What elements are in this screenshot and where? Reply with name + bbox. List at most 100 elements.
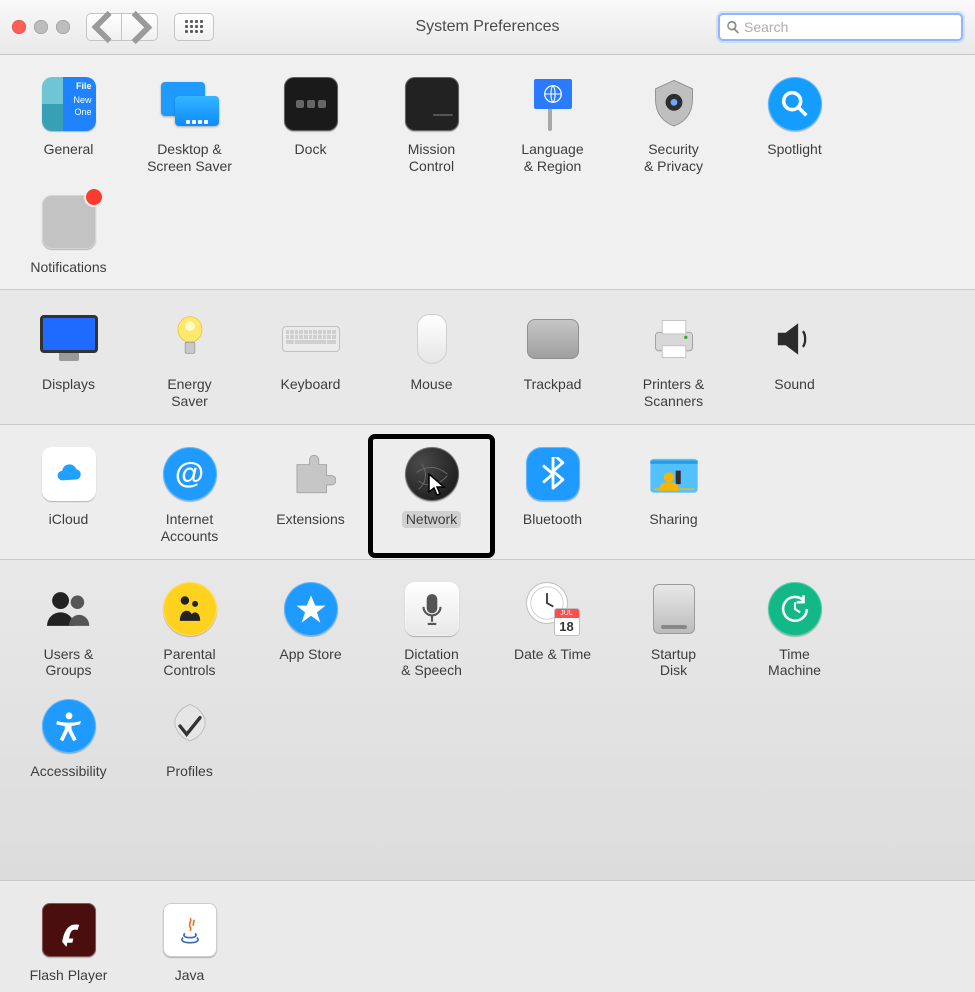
section-internet: iCloud @ Internet Accounts Extensions <box>0 425 975 560</box>
pref-label: Printers & Scanners <box>643 376 704 410</box>
pref-extensions[interactable]: Extensions <box>250 437 371 555</box>
pref-bluetooth[interactable]: Bluetooth <box>492 437 613 555</box>
pref-mission-control[interactable]: Mission Control <box>371 67 492 185</box>
section-personal: File New One General Desktop & Screen Sa… <box>0 55 975 290</box>
pref-notifications[interactable]: Notifications <box>8 185 129 286</box>
pref-label: Dock <box>295 141 327 158</box>
pref-java[interactable]: Java <box>129 893 250 992</box>
search-field-wrapper[interactable] <box>718 13 963 41</box>
pref-date-time[interactable]: JUL 18 Date & Time <box>492 572 613 690</box>
chevron-right-icon <box>122 10 157 45</box>
pref-label: Displays <box>42 376 95 393</box>
pref-language-region[interactable]: Language & Region <box>492 67 613 185</box>
extensions-icon <box>280 443 342 505</box>
pref-label: Parental Controls <box>163 646 215 680</box>
pref-time-machine[interactable]: Time Machine <box>734 572 855 690</box>
pref-flash-player[interactable]: Flash Player <box>8 893 129 992</box>
pref-icloud[interactable]: iCloud <box>8 437 129 555</box>
general-icon-file: File <box>76 81 92 91</box>
pref-label: Security & Privacy <box>644 141 703 175</box>
pref-spotlight[interactable]: Spotlight <box>734 67 855 185</box>
desktop-icon <box>161 82 219 126</box>
back-button[interactable] <box>86 13 122 41</box>
time-machine-icon <box>768 582 822 636</box>
pref-energy-saver[interactable]: Energy Saver <box>129 302 250 420</box>
bluetooth-icon <box>526 447 580 501</box>
pref-desktop-screen-saver[interactable]: Desktop & Screen Saver <box>129 67 250 185</box>
close-button[interactable] <box>12 20 26 34</box>
cursor-icon <box>427 473 449 502</box>
pref-label: Trackpad <box>524 376 582 393</box>
sharing-icon <box>643 443 705 505</box>
icloud-icon <box>42 447 96 501</box>
pref-dictation-speech[interactable]: Dictation & Speech <box>371 572 492 690</box>
spotlight-icon <box>768 77 822 131</box>
pref-label: Spotlight <box>767 141 821 158</box>
keyboard-icon <box>280 308 342 370</box>
search-input[interactable] <box>744 19 955 35</box>
section-system: Users & Groups Parental Controls App Sto… <box>0 560 975 881</box>
minimize-button[interactable] <box>34 20 48 34</box>
window-title: System Preferences <box>415 18 559 36</box>
general-icon-one: One <box>74 107 91 117</box>
pref-label: iCloud <box>49 511 89 528</box>
pref-label: Sharing <box>649 511 697 528</box>
pref-label: Date & Time <box>514 646 591 663</box>
pref-label: App Store <box>279 646 341 663</box>
calendar-day: 18 <box>555 618 579 636</box>
pref-startup-disk[interactable]: Startup Disk <box>613 572 734 690</box>
pref-sharing[interactable]: Sharing <box>613 437 734 555</box>
pref-parental-controls[interactable]: Parental Controls <box>129 572 250 690</box>
titlebar: System Preferences <box>0 0 975 55</box>
pref-label: Notifications <box>30 259 106 276</box>
pref-label: Mission Control <box>408 141 455 175</box>
forward-button[interactable] <box>122 13 158 41</box>
pref-label: Internet Accounts <box>161 511 219 545</box>
general-icon: File New One <box>42 77 96 131</box>
zoom-button[interactable] <box>56 20 70 34</box>
pref-users-groups[interactable]: Users & Groups <box>8 572 129 690</box>
pref-label: Network <box>402 511 461 528</box>
flash-player-icon <box>42 903 96 957</box>
pref-mouse[interactable]: Mouse <box>371 302 492 420</box>
pref-label: Energy Saver <box>167 376 211 410</box>
pref-panes: File New One General Desktop & Screen Sa… <box>0 55 975 992</box>
pref-profiles[interactable]: Profiles <box>129 689 250 790</box>
accessibility-icon <box>42 699 96 753</box>
parental-controls-icon <box>163 582 217 636</box>
pref-label: General <box>44 141 94 158</box>
pref-security-privacy[interactable]: Security & Privacy <box>613 67 734 185</box>
mission-control-icon <box>405 77 459 131</box>
calendar-month: JUL <box>555 609 579 618</box>
general-icon-new: New <box>73 95 91 105</box>
pref-app-store[interactable]: App Store <box>250 572 371 690</box>
printers-icon <box>643 308 705 370</box>
window-controls <box>12 20 70 34</box>
pref-general[interactable]: File New One General <box>8 67 129 185</box>
pref-sound[interactable]: Sound <box>734 302 855 420</box>
pref-dock[interactable]: Dock <box>250 67 371 185</box>
section-third-party: Flash Player Java <box>0 881 975 992</box>
pref-network[interactable]: Network <box>371 437 492 555</box>
startup-disk-icon <box>643 578 705 640</box>
pref-keyboard[interactable]: Keyboard <box>250 302 371 420</box>
search-icon <box>726 20 740 34</box>
dictation-icon <box>405 582 459 636</box>
pref-label: Users & Groups <box>44 646 94 680</box>
section-hardware: Displays Energy Saver Keyboard Mouse <box>0 290 975 425</box>
pref-internet-accounts[interactable]: @ Internet Accounts <box>129 437 250 555</box>
nav-buttons <box>86 13 158 41</box>
internet-accounts-icon: @ <box>163 447 217 501</box>
users-groups-icon <box>38 578 100 640</box>
pref-label: Extensions <box>276 511 344 528</box>
show-all-button[interactable] <box>174 13 214 41</box>
pref-trackpad[interactable]: Trackpad <box>492 302 613 420</box>
pref-label: Language & Region <box>521 141 583 175</box>
trackpad-icon <box>522 308 584 370</box>
pref-label: Keyboard <box>281 376 341 393</box>
pref-displays[interactable]: Displays <box>8 302 129 420</box>
pref-label: Profiles <box>166 763 213 780</box>
pref-label: Startup Disk <box>651 646 696 680</box>
pref-accessibility[interactable]: Accessibility <box>8 689 129 790</box>
pref-printers-scanners[interactable]: Printers & Scanners <box>613 302 734 420</box>
